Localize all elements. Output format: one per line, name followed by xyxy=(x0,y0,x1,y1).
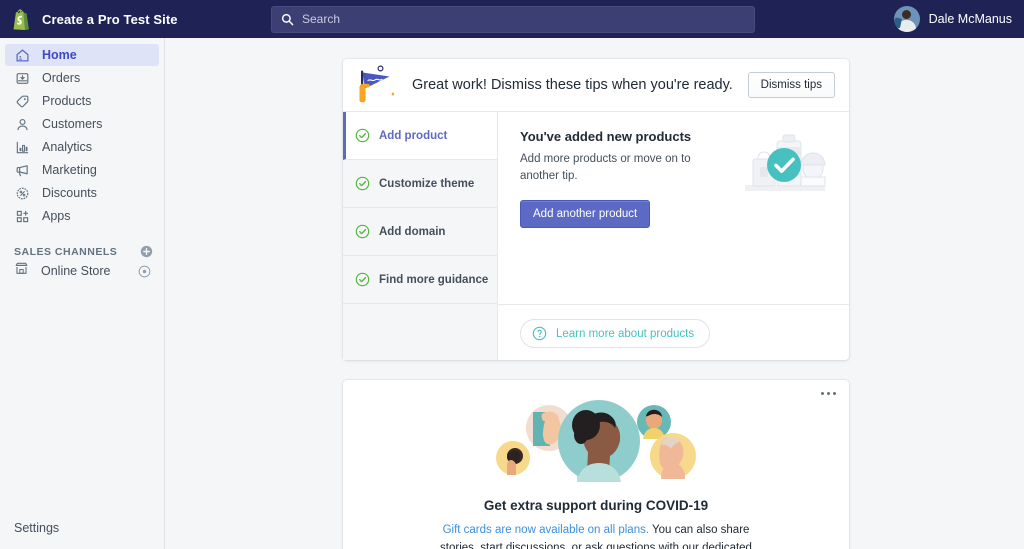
onboarding-body: Add product Customize theme Add domain F… xyxy=(343,112,849,360)
onboarding-step-list: Add product Customize theme Add domain F… xyxy=(343,112,498,360)
sidebar-item-online-store[interactable]: Online Store xyxy=(5,260,159,282)
sidebar-item-customers[interactable]: Customers xyxy=(5,113,159,135)
hand-holding-flag-illustration xyxy=(349,61,407,109)
user-menu[interactable]: Dale McManus xyxy=(893,0,1012,38)
learn-more-label: Learn more about products xyxy=(556,327,695,340)
eye-icon[interactable] xyxy=(138,265,151,278)
analytics-bar-chart-icon xyxy=(14,139,30,155)
step-label: Find more guidance xyxy=(379,273,489,286)
add-another-product-button[interactable]: Add another product xyxy=(520,200,651,229)
sidebar-item-label: Analytics xyxy=(42,140,93,154)
sidebar: Home Orders Products Customers Analytics… xyxy=(0,38,165,549)
shopify-bag-icon xyxy=(10,8,30,30)
onboarding-header: Great work! Dismiss these tips when you'… xyxy=(343,59,849,112)
sidebar-item-home[interactable]: Home xyxy=(5,44,159,66)
check-circle-icon xyxy=(355,224,370,239)
step-label: Add domain xyxy=(379,225,446,238)
community-avatars-illustration xyxy=(489,394,703,488)
main-content: Great work! Dismiss these tips when you'… xyxy=(165,38,1024,549)
learn-more-bar: Learn more about products xyxy=(498,304,849,360)
storefront-icon xyxy=(14,261,29,281)
more-horizontal-icon[interactable] xyxy=(821,392,836,395)
user-avatar xyxy=(893,6,920,32)
store-name: Create a Pro Test Site xyxy=(42,11,178,27)
user-name: Dale McManus xyxy=(928,12,1012,26)
sidebar-nav: Home Orders Products Customers Analytics… xyxy=(0,38,164,227)
sidebar-item-label: Discounts xyxy=(42,186,97,200)
check-circle-icon xyxy=(355,128,370,143)
sidebar-item-settings[interactable]: Settings xyxy=(14,521,59,535)
sales-channels-title: SALES CHANNELS xyxy=(14,245,118,258)
search-input[interactable] xyxy=(302,12,745,26)
detail-description: Add more products or move on to another … xyxy=(520,153,691,182)
onboarding-detail-panel: You've added new products Add more produ… xyxy=(498,112,849,360)
sidebar-item-label: Online Store xyxy=(41,264,111,278)
check-circle-icon xyxy=(355,272,370,287)
step-label: Add product xyxy=(379,129,448,142)
dismiss-tips-button[interactable]: Dismiss tips xyxy=(747,72,835,98)
plus-circle-icon[interactable] xyxy=(140,245,153,258)
check-circle-icon xyxy=(355,176,370,191)
gift-cards-link[interactable]: Gift cards are now available on all plan… xyxy=(443,524,649,536)
step-add-domain[interactable]: Add domain xyxy=(343,208,497,256)
learn-more-about-products-link[interactable]: Learn more about products xyxy=(520,319,711,348)
sidebar-item-label: Marketing xyxy=(42,163,97,177)
products-with-check-illustration xyxy=(739,129,831,201)
sidebar-item-products[interactable]: Products xyxy=(5,90,159,112)
onboarding-title: Great work! Dismiss these tips when you'… xyxy=(412,77,733,93)
customers-icon xyxy=(14,116,30,132)
discounts-badge-icon xyxy=(14,185,30,201)
sidebar-item-label: Home xyxy=(42,48,77,62)
sidebar-item-discounts[interactable]: Discounts xyxy=(5,182,159,204)
step-customize-theme[interactable]: Customize theme xyxy=(343,160,497,208)
covid-support-card: Get extra support during COVID-19 Gift c… xyxy=(343,380,849,549)
products-tag-icon xyxy=(14,93,30,109)
sidebar-item-orders[interactable]: Orders xyxy=(5,67,159,89)
sidebar-item-label: Customers xyxy=(42,117,103,131)
sidebar-item-label: Products xyxy=(42,94,92,108)
sidebar-item-label: Orders xyxy=(42,71,81,85)
apps-grid-plus-icon xyxy=(14,208,30,224)
top-bar: Create a Pro Test Site Dale McManus xyxy=(0,0,1024,38)
marketing-megaphone-icon xyxy=(14,162,30,178)
step-list-filler xyxy=(343,304,497,360)
step-label: Customize theme xyxy=(379,177,475,190)
settings-label: Settings xyxy=(14,521,60,535)
onboarding-card: Great work! Dismiss these tips when you'… xyxy=(343,59,849,360)
orders-icon xyxy=(14,70,30,86)
sidebar-item-label: Apps xyxy=(42,209,71,223)
search-box[interactable] xyxy=(271,5,755,33)
search-icon xyxy=(281,13,294,26)
sales-channels-header: SALES CHANNELS xyxy=(14,245,153,258)
sidebar-item-analytics[interactable]: Analytics xyxy=(5,136,159,158)
search-container xyxy=(271,5,755,33)
step-add-product[interactable]: Add product xyxy=(343,112,497,160)
sidebar-item-apps[interactable]: Apps xyxy=(5,205,159,227)
home-icon xyxy=(14,47,30,63)
sidebar-item-marketing[interactable]: Marketing xyxy=(5,159,159,181)
step-find-more-guidance[interactable]: Find more guidance xyxy=(343,256,497,304)
covid-description: Gift cards are now available on all plan… xyxy=(431,522,761,549)
covid-title: Get extra support during COVID-19 xyxy=(483,498,709,513)
question-mark-circle-icon xyxy=(532,326,547,341)
brand-area[interactable]: Create a Pro Test Site xyxy=(0,8,260,30)
